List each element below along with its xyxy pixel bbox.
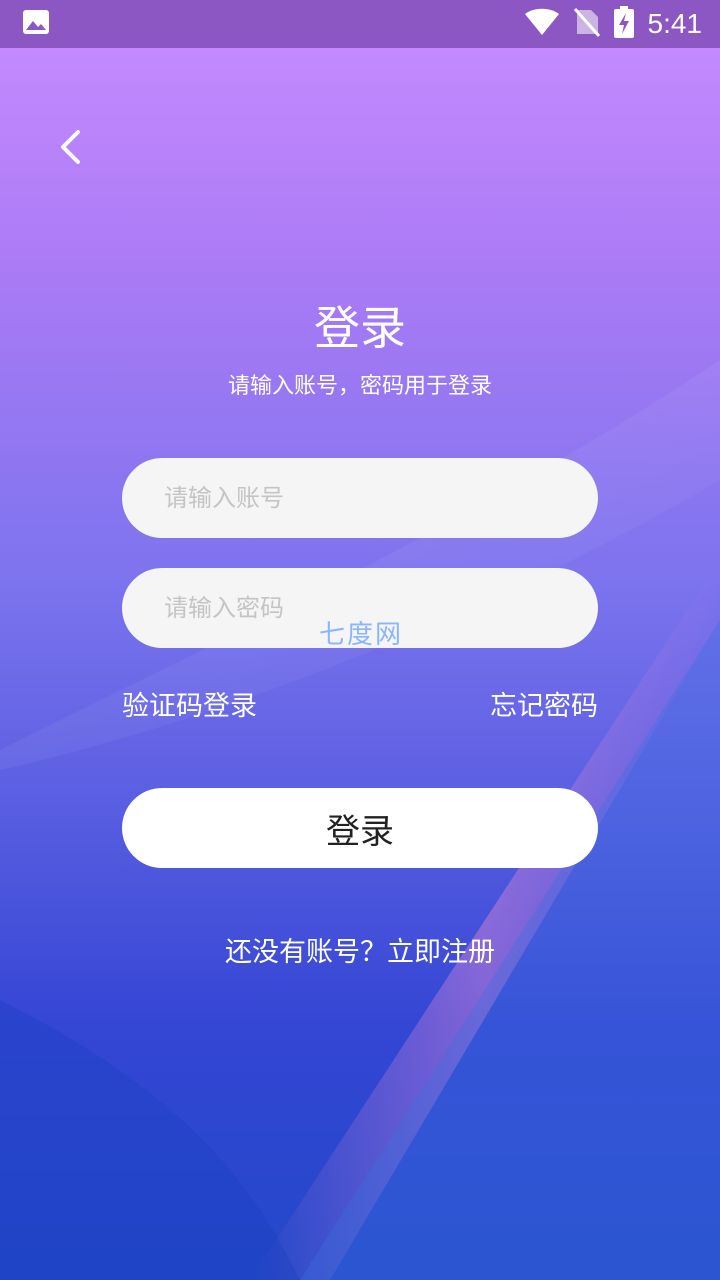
- login-button[interactable]: 登录: [122, 788, 598, 868]
- status-time: 5:41: [647, 8, 703, 39]
- page-subtitle: 请输入账号，密码用于登录: [227, 374, 492, 399]
- no-sim-icon: [573, 7, 600, 41]
- page-title: 登录: [314, 301, 406, 355]
- watermark-text: 七度网: [318, 620, 403, 650]
- back-button[interactable]: [48, 124, 94, 174]
- battery-charging-icon: [613, 6, 634, 42]
- wifi-icon: [524, 8, 560, 40]
- register-link[interactable]: 还没有账号？立即注册: [0, 930, 720, 969]
- watermark: 七度网: [306, 614, 416, 651]
- sms-login-link[interactable]: 验证码登录: [122, 684, 257, 723]
- image-icon: [22, 9, 50, 39]
- forgot-password-link[interactable]: 忘记密码: [490, 684, 598, 723]
- chevron-left-icon: [58, 129, 84, 169]
- status-bar: 5:41: [0, 0, 720, 48]
- account-input[interactable]: [164, 484, 598, 512]
- login-options: 验证码登录 忘记密码: [122, 684, 598, 723]
- account-field[interactable]: [122, 458, 598, 538]
